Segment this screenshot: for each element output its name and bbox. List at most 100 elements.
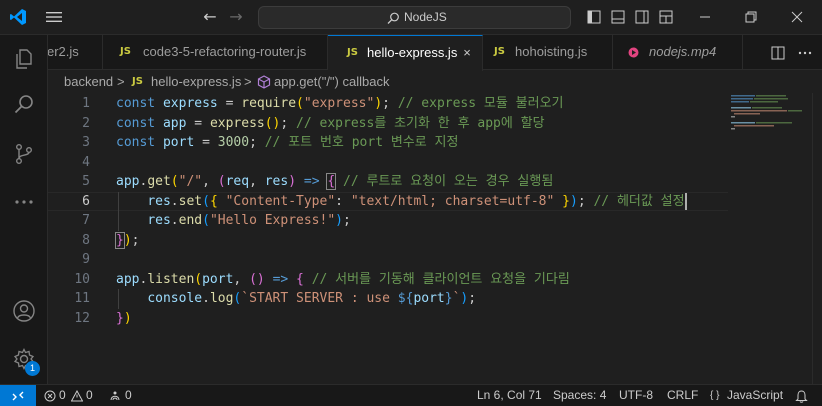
language-mode[interactable]: JavaScript — [727, 388, 783, 402]
notifications-bell-icon[interactable] — [795, 389, 808, 403]
line-number: 11 — [74, 291, 90, 306]
code-token: ; — [343, 213, 351, 228]
more-views-icon[interactable] — [12, 190, 36, 214]
more-actions-icon[interactable] — [798, 51, 812, 55]
explorer-files-icon[interactable] — [12, 47, 36, 71]
code-token: app — [116, 271, 140, 287]
code-token: { — [209, 193, 218, 209]
code-token: res — [147, 193, 171, 209]
code-token: . — [170, 193, 179, 209]
line-number: 3 — [82, 135, 90, 150]
search-icon — [387, 12, 399, 24]
account-icon[interactable] — [12, 299, 36, 323]
code-token: require — [241, 96, 297, 111]
code-token: port — [162, 135, 195, 150]
code-token: , — [233, 271, 250, 287]
vertical-scrollbar[interactable] — [812, 93, 822, 384]
editor-tabs: er2.js JS code3-5-refactoring-router.js … — [48, 35, 822, 71]
code-token: . — [170, 213, 179, 228]
code-line: const port = 3000; // 포트 번호 port 변수로 지정 — [116, 133, 458, 153]
search-icon[interactable] — [12, 93, 36, 117]
code-token: set — [178, 193, 203, 209]
code-token: req — [225, 174, 250, 189]
breadcrumb-file[interactable]: hello-express.js — [151, 74, 241, 89]
warning-count[interactable]: 0 — [86, 388, 93, 402]
code-area[interactable]: const express = require("express"); // e… — [115, 93, 776, 384]
code-token: const — [116, 96, 156, 111]
tab-actions — [771, 46, 812, 60]
tab-er2[interactable]: er2.js — [48, 35, 103, 70]
code-line: const app = express(); // express를 초기화 한… — [116, 114, 545, 134]
forward-arrow-icon[interactable]: → — [226, 7, 246, 27]
code-token: app — [116, 174, 140, 189]
hamburger-menu-icon[interactable] — [44, 9, 64, 25]
vscode-logo-icon[interactable] — [9, 8, 27, 26]
breadcrumb-symbol[interactable]: app.get("/") callback — [274, 74, 389, 89]
encoding[interactable]: UTF-8 — [619, 388, 653, 402]
back-arrow-icon[interactable]: ← — [200, 7, 220, 27]
line-number: 1 — [82, 96, 90, 111]
breadcrumb: backend > JS hello-express.js > app.get(… — [48, 71, 822, 93]
tab-hohoisting[interactable]: JS hohoisting.js — [483, 35, 613, 70]
ports-count[interactable]: 0 — [125, 388, 132, 402]
indent-guide — [118, 289, 119, 309]
command-center-search[interactable]: NodeJS — [258, 6, 571, 29]
cursor-position[interactable]: Ln 6, Col 71 — [477, 388, 542, 402]
minimize-icon[interactable] — [697, 9, 713, 25]
line-number: 6 — [82, 193, 90, 209]
warning-icon[interactable] — [71, 390, 83, 402]
code-token: ( — [170, 174, 179, 189]
restore-icon[interactable] — [743, 9, 759, 25]
language-braces-icon: { } — [710, 390, 720, 401]
toggle-secondary-sidebar-icon[interactable] — [635, 10, 649, 24]
code-token: "Hello Express!" — [209, 213, 336, 228]
remote-indicator[interactable] — [0, 385, 36, 406]
code-token: } — [115, 231, 125, 249]
code-token: `START SERVER : use — [241, 291, 398, 306]
source-control-icon[interactable] — [12, 142, 36, 166]
code-token: // 포트 번호 port 변수로 지정 — [264, 135, 459, 150]
code-token: ${ — [397, 291, 414, 306]
error-icon[interactable] — [44, 390, 56, 402]
tab-code3-5-refactoring-router[interactable]: JS code3-5-refactoring-router.js — [103, 35, 328, 70]
breadcrumb-folder[interactable]: backend — [64, 74, 113, 89]
minimap[interactable] — [728, 93, 822, 384]
code-editor[interactable]: 1 2 3 4 5 6 7 8 9 10 11 12 const express = require(… — [48, 93, 822, 384]
code-line: console.log(`START SERVER : use ${port}`… — [116, 289, 476, 309]
customize-layout-icon[interactable] — [659, 10, 673, 24]
tab-label: nodejs.mp4 — [649, 44, 717, 59]
js-file-icon: JS — [347, 47, 358, 58]
split-editor-icon[interactable] — [771, 46, 785, 60]
code-line: res.end("Hello Express!"); — [116, 211, 351, 231]
tab-hello-express[interactable]: JS hello-express.js × — [328, 35, 483, 71]
indentation[interactable]: Spaces: 4 — [553, 388, 606, 402]
code-token: { — [296, 271, 304, 287]
close-tab-icon[interactable]: × — [459, 45, 475, 61]
code-token: () — [264, 115, 281, 131]
toggle-primary-sidebar-icon[interactable] — [587, 10, 601, 24]
ports-icon[interactable] — [109, 390, 121, 402]
code-token: () — [249, 271, 265, 287]
code-token: log — [209, 291, 234, 306]
code-token: ) — [374, 96, 383, 111]
error-count[interactable]: 0 — [59, 388, 66, 402]
minimap-lines — [731, 95, 802, 130]
code-token: : — [335, 193, 351, 209]
end-of-line[interactable]: CRLF — [667, 388, 698, 402]
tab-nodejs-mp4[interactable]: nodejs.mp4 — [613, 35, 743, 70]
breadcrumb-separator: > — [244, 74, 252, 89]
toggle-panel-icon[interactable] — [611, 10, 625, 24]
code-token: } — [444, 291, 453, 306]
code-token: express — [209, 115, 265, 131]
code-token: ( — [194, 271, 203, 287]
code-token: } — [116, 310, 124, 326]
code-token: ; — [382, 96, 398, 111]
method-cube-icon — [257, 75, 271, 89]
code-line: app.listen(port, () => { // 서버를 기동해 클라이언… — [116, 270, 570, 290]
close-window-icon[interactable] — [789, 9, 805, 25]
